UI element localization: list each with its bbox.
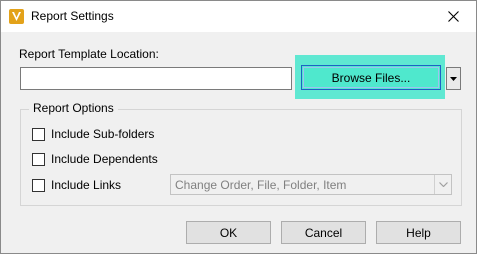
cancel-button[interactable]: Cancel — [281, 221, 366, 244]
template-path-input[interactable] — [20, 67, 292, 90]
links-order-arrow — [434, 175, 451, 194]
cancel-label: Cancel — [304, 225, 343, 240]
close-icon — [447, 11, 459, 22]
include-links-label: Include Links — [51, 178, 122, 192]
links-order-select[interactable]: Change Order, File, Folder, Item — [170, 174, 452, 195]
include-subfolders-label: Include Sub-folders — [51, 127, 155, 141]
ok-button[interactable]: OK — [186, 221, 271, 244]
help-label: Help — [406, 225, 431, 240]
links-order-value: Change Order, File, Folder, Item — [175, 178, 347, 192]
report-settings-dialog: Report Settings Report Template Location… — [0, 0, 477, 254]
include-dependents-checkbox[interactable] — [32, 153, 45, 166]
chevron-down-icon — [438, 182, 448, 187]
triangle-down-icon — [450, 76, 457, 81]
title-bar: Report Settings — [1, 1, 476, 32]
window-title: Report Settings — [31, 9, 114, 23]
report-options-title: Report Options — [29, 101, 118, 115]
browse-options-dropdown[interactable] — [446, 67, 461, 90]
include-links-checkbox[interactable] — [32, 179, 45, 192]
browse-files-button[interactable]: Browse Files... — [301, 65, 441, 90]
ok-label: OK — [219, 225, 238, 240]
browse-files-label: Browse Files... — [331, 70, 411, 85]
vault-logo-icon — [9, 9, 24, 24]
close-button[interactable] — [430, 1, 476, 32]
include-subfolders-checkbox[interactable] — [32, 128, 45, 141]
include-dependents-label: Include Dependents — [51, 152, 158, 166]
template-location-label: Report Template Location: — [19, 47, 159, 61]
help-button[interactable]: Help — [376, 221, 461, 244]
